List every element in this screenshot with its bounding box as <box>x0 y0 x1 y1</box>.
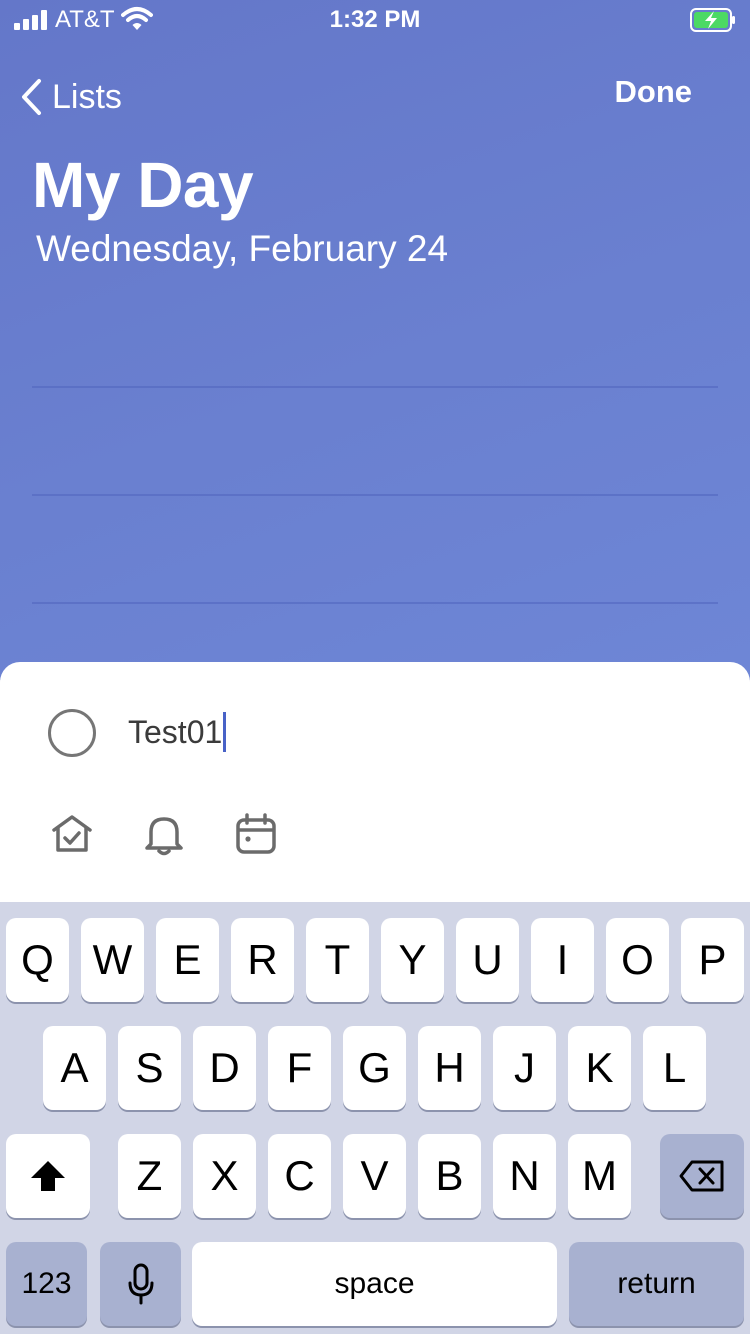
task-input-field[interactable]: Test01 <box>128 710 227 754</box>
list-divider <box>32 386 718 388</box>
page-date: Wednesday, February 24 <box>36 228 449 269</box>
key-j[interactable]: J <box>493 1026 556 1110</box>
key-w[interactable]: W <box>81 918 144 1002</box>
numbers-key[interactable]: 123 <box>6 1242 87 1326</box>
remind-me-bell-icon[interactable] <box>142 812 186 856</box>
add-to-my-day-icon[interactable] <box>50 812 94 856</box>
key-p[interactable]: P <box>681 918 744 1002</box>
page-title: My Day <box>32 149 254 221</box>
key-b[interactable]: B <box>418 1134 481 1218</box>
back-label: Lists <box>52 77 122 116</box>
key-e[interactable]: E <box>156 918 219 1002</box>
shift-arrow-icon <box>31 1161 65 1191</box>
done-button[interactable]: Done <box>615 74 693 110</box>
status-time: 1:32 PM <box>329 6 421 33</box>
add-task-sheet: Test01 <box>0 662 750 902</box>
key-x[interactable]: X <box>193 1134 256 1218</box>
back-to-lists-button[interactable]: Lists <box>20 74 122 120</box>
backspace-key[interactable] <box>660 1134 744 1218</box>
key-u[interactable]: U <box>456 918 519 1002</box>
text-caret <box>223 712 227 752</box>
status-bar: AT&T 1:32 PM <box>0 0 750 40</box>
key-v[interactable]: V <box>343 1134 406 1218</box>
task-input-value[interactable]: Test01 <box>128 714 222 751</box>
app-header-area: AT&T 1:32 PM Lists Done My Day Wednesday… <box>0 0 750 680</box>
key-h[interactable]: H <box>418 1026 481 1110</box>
list-divider <box>32 494 718 496</box>
key-r[interactable]: R <box>231 918 294 1002</box>
microphone-icon <box>128 1263 153 1305</box>
task-complete-checkbox[interactable] <box>48 709 96 757</box>
due-date-calendar-icon[interactable] <box>234 812 278 856</box>
list-divider <box>32 602 718 604</box>
key-m[interactable]: M <box>568 1134 631 1218</box>
shift-key[interactable] <box>6 1134 90 1218</box>
key-a[interactable]: A <box>43 1026 106 1110</box>
key-o[interactable]: O <box>606 918 669 1002</box>
return-key[interactable]: return <box>569 1242 744 1326</box>
space-key[interactable]: space <box>192 1242 557 1326</box>
key-q[interactable]: Q <box>6 918 69 1002</box>
key-c[interactable]: C <box>268 1134 331 1218</box>
key-t[interactable]: T <box>306 918 369 1002</box>
onscreen-keyboard: Q W E R T Y U I O P A S D F G H J K L Z … <box>0 902 750 1334</box>
chevron-left-icon <box>22 79 41 115</box>
key-l[interactable]: L <box>643 1026 706 1110</box>
dictation-key[interactable] <box>100 1242 181 1326</box>
delete-backward-icon <box>679 1160 724 1192</box>
battery-charging-icon <box>690 8 735 32</box>
key-d[interactable]: D <box>193 1026 256 1110</box>
key-y[interactable]: Y <box>381 918 444 1002</box>
key-f[interactable]: F <box>268 1026 331 1110</box>
key-n[interactable]: N <box>493 1134 556 1218</box>
key-i[interactable]: I <box>531 918 594 1002</box>
key-k[interactable]: K <box>568 1026 631 1110</box>
key-s[interactable]: S <box>118 1026 181 1110</box>
key-g[interactable]: G <box>343 1026 406 1110</box>
key-z[interactable]: Z <box>118 1134 181 1218</box>
